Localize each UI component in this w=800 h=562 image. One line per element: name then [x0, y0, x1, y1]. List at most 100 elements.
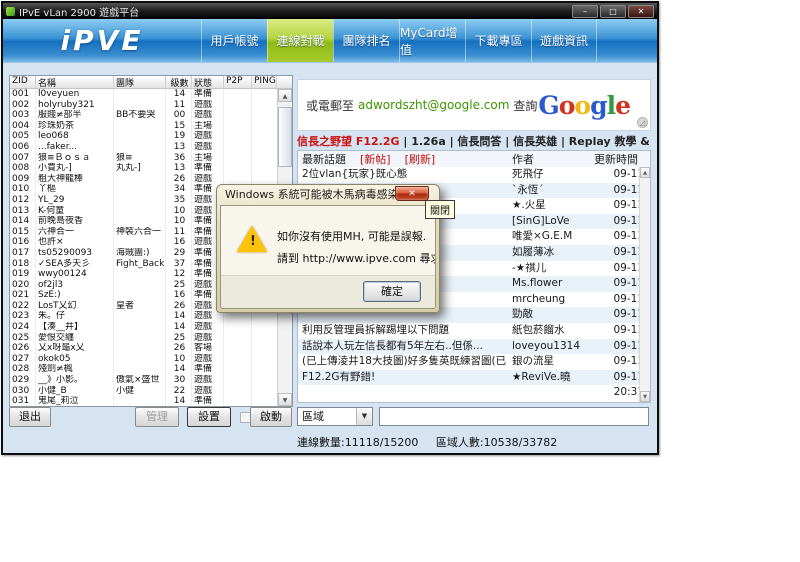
ad-banner[interactable]: 或電郵至 adwordszht@google.com 查詢 Google ◿	[297, 79, 651, 131]
player-cell-name: K-何童	[36, 205, 114, 217]
player-row[interactable]: 030 小健_B 小健 22 遊戲	[10, 385, 277, 397]
ok-button[interactable]: 確定	[363, 281, 421, 302]
player-cell-team	[114, 279, 166, 291]
topic-time: 09-11 20:31	[613, 370, 644, 399]
nav-tab[interactable]: MyCard增值	[399, 19, 465, 62]
topic-row[interactable]: 話說本人玩左信長都有5年左右..但係...loveyou131409-11 20…	[298, 338, 644, 367]
dialog-close-icon[interactable]: ✕	[395, 186, 429, 201]
player-cell-status: 遊戲	[192, 385, 224, 397]
player-cell-team	[114, 99, 166, 111]
player-cell-p2p	[224, 396, 252, 406]
refresh-link[interactable]: [刷新]	[405, 151, 436, 167]
column-header[interactable]: ZID	[10, 76, 36, 88]
player-cell-ping	[252, 343, 277, 354]
forum-scrollbar[interactable]: ▲ ▼	[639, 167, 650, 402]
player-row[interactable]: 001 l0veyuen 14 準備	[10, 89, 277, 100]
forum-scroll-up-icon[interactable]: ▲	[640, 167, 650, 178]
topic-row[interactable]: (已上傳淩井18大技圖)好多隻英既練習圖(已更新) 21銀の流星09-11 20…	[298, 354, 644, 383]
player-cell-level: 15	[166, 120, 192, 132]
region-count: 區域人數:10538/33782	[435, 436, 558, 449]
exit-button[interactable]: 退出	[9, 407, 51, 427]
topic-title[interactable]: F12.2G有野錯!	[302, 370, 506, 386]
player-row[interactable]: 029 __》小影。 傲氣×盛世 30 遊戲	[10, 375, 277, 386]
forum-scroll-down-icon[interactable]: ▼	[640, 391, 650, 402]
player-cell-name: ...faker...	[36, 141, 114, 153]
start-button[interactable]: 啟動	[250, 407, 292, 427]
nav-tab[interactable]: 遊戲資訊	[531, 19, 597, 62]
manage-button[interactable]: 管理	[135, 407, 179, 427]
player-cell-zid: 014	[10, 216, 36, 227]
close-button[interactable]: ✕	[628, 4, 654, 18]
nav-tab[interactable]: 下載專區	[465, 19, 531, 62]
player-cell-level: 16	[166, 290, 192, 301]
player-cell-name: 粗大神龍棒	[36, 173, 114, 185]
topic-title[interactable]: 利用反管理員拆解踢埋以下問題	[302, 323, 506, 339]
column-header[interactable]: P2P	[224, 76, 252, 88]
player-cell-level: 10	[166, 216, 192, 227]
player-row[interactable]: 027 okok05 10 遊戲	[10, 353, 277, 365]
player-cell-level: 36	[166, 152, 192, 164]
chevron-down-icon[interactable]: ▼	[356, 408, 372, 425]
nav-bar: iPVE 用戶帳號 連線對戰 團隊排名 MyCard增值 下載專區 遊戲資訊	[3, 19, 657, 63]
nav-tab[interactable]: 用戶帳號	[201, 19, 267, 62]
scroll-thumb[interactable]	[278, 107, 292, 167]
player-row[interactable]: 024 【湊__井】 14 遊戲	[10, 322, 277, 333]
links-rest[interactable]: | 1.26a | 信長問答 | 信長英雄 | Replay 教學 & 影片	[400, 135, 651, 148]
player-row[interactable]: 004 珍珠奶茶 15 主場	[10, 120, 277, 132]
player-cell-team	[114, 311, 166, 323]
scroll-down-icon[interactable]: ▼	[278, 393, 292, 406]
player-row[interactable]: 009 粗大神龍棒 26 遊戲	[10, 173, 277, 185]
player-row[interactable]: 005 leo068 19 遊戲	[10, 131, 277, 142]
ad-email-link[interactable]: adwordszht@google.com	[358, 98, 509, 112]
player-cell-team: 狼≡	[114, 152, 166, 164]
player-cell-zid: 005	[10, 131, 36, 142]
maximize-button[interactable]: □	[600, 4, 626, 18]
ad-choices-icon[interactable]: ◿	[637, 117, 648, 128]
player-cell-team	[114, 322, 166, 333]
player-row[interactable]: 008 小賈丸-] 丸丸-] 13 準備	[10, 163, 277, 174]
player-cell-team: BB不要哭	[114, 110, 166, 121]
player-row[interactable]: 003 服賤≠部半 BB不要哭 00 遊戲	[10, 110, 277, 121]
player-cell-name: 小健_B	[36, 385, 114, 397]
dialog-message-line2: 請到 http://www.ipve.com 尋求協助	[277, 252, 435, 265]
player-cell-name: 乂x呀龜x乂	[36, 343, 114, 354]
player-cell-zid: 004	[10, 120, 36, 132]
player-cell-name: l0veyuen	[36, 89, 114, 100]
scroll-up-icon[interactable]: ▲	[278, 89, 292, 102]
player-row[interactable]: 028 殘劍≠楓 14 準備	[10, 364, 277, 376]
topic-row[interactable]: 利用反管理員拆解踢埋以下問題紙包菸餾水09-11 20:50	[298, 322, 644, 352]
topic-title[interactable]: (已上傳淩井18大技圖)好多隻英既練習圖(已更新) 21	[302, 354, 506, 370]
player-row[interactable]: 002 holyruby321 11 遊戲	[10, 99, 277, 111]
topic-row[interactable]: F12.2G有野錯! ★ReviVe.曉 09-11 20:31	[298, 369, 644, 398]
player-cell-p2p	[224, 343, 252, 354]
column-header[interactable]: 狀態	[192, 76, 224, 88]
link-nobunaga[interactable]: 信長之野望 F12.2G	[297, 135, 400, 148]
column-header[interactable]: PING	[252, 76, 277, 88]
nav-tab[interactable]: 團隊排名	[333, 19, 399, 62]
column-header[interactable]: 名稱	[36, 76, 114, 88]
topic-title[interactable]: 話說本人玩左信長都有5年左右..但係...	[302, 339, 506, 355]
chat-input[interactable]	[379, 407, 649, 426]
topic-title[interactable]: 2位vlan{玩家}既心態	[302, 167, 506, 183]
topic-row[interactable]: 2位vlan{玩家}既心態死飛仔09-11 21:12	[298, 167, 644, 196]
column-header[interactable]: 團隊	[114, 76, 166, 88]
player-cell-zid: 027	[10, 353, 36, 365]
player-row[interactable]: 006 ...faker... 13 遊戲	[10, 141, 277, 153]
region-dropdown[interactable]: 區域 ▼	[297, 407, 373, 426]
player-row[interactable]: 031 鬼尾_莉泣 14 準備	[10, 396, 277, 406]
player-row[interactable]: 026 乂x呀龜x乂 26 客場	[10, 343, 277, 354]
player-cell-zid: 025	[10, 332, 36, 344]
new-post-link[interactable]: [新帖]	[360, 151, 391, 167]
player-cell-status: 遊戲	[192, 131, 224, 142]
player-row[interactable]: 023 朱。仔 14 遊戲	[10, 311, 277, 323]
column-header[interactable]: 級數	[166, 76, 192, 88]
settings-button[interactable]: 設置	[187, 407, 231, 427]
player-row[interactable]: 007 狼≡Ｂｏｓａ 狼≡ 36 主場	[10, 152, 277, 164]
nav-tab[interactable]: 連線對戰	[267, 19, 333, 62]
player-row[interactable]: 025 愛恨交纏 25 遊戲	[10, 332, 277, 344]
player-cell-team	[114, 205, 166, 217]
minimize-button[interactable]: –	[572, 4, 598, 18]
player-cell-name: SzE:)	[36, 290, 114, 301]
player-cell-name: 珍珠奶茶	[36, 120, 114, 132]
ipve-logo: iPVE	[60, 24, 144, 57]
